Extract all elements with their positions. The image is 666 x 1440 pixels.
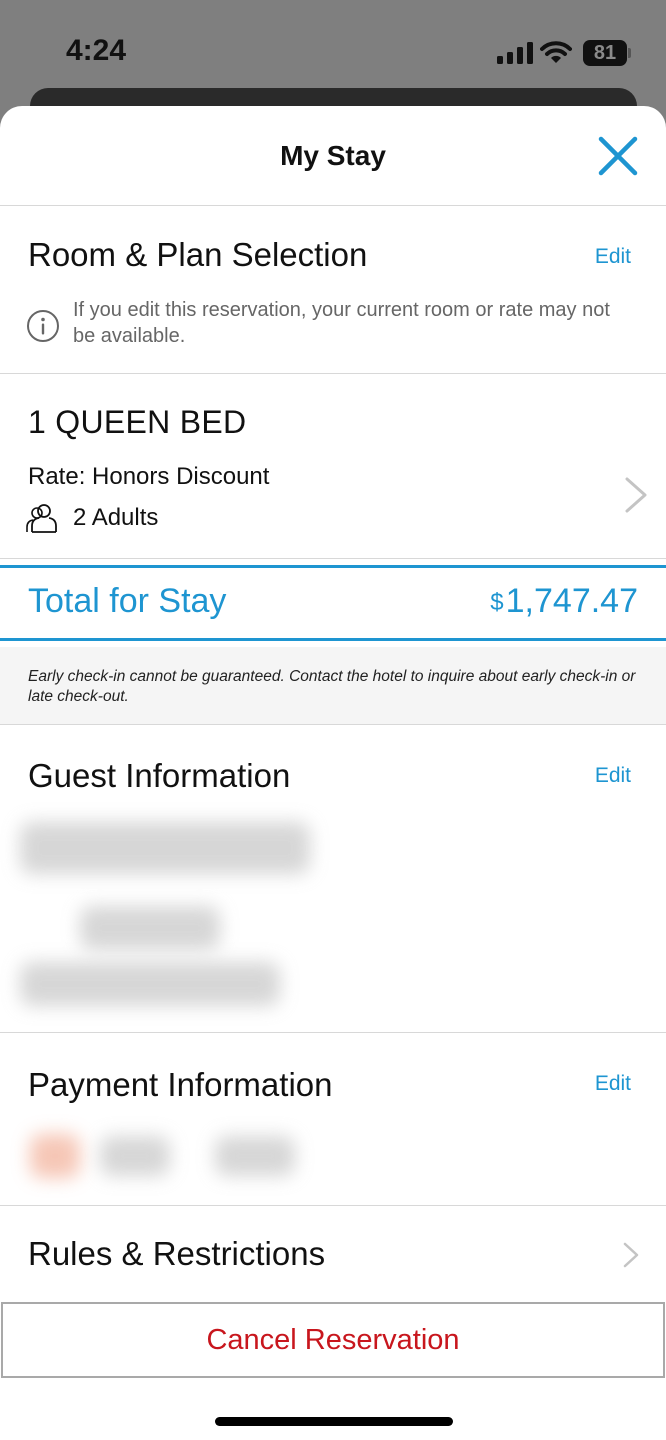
guests-count: 2 Adults	[73, 504, 159, 531]
guest-email-redacted	[20, 962, 280, 1006]
total-for-stay-bar: Total for Stay $1,747.47	[0, 565, 666, 641]
check-in-notice: Early check-in cannot be guaranteed. Con…	[0, 647, 666, 725]
cancel-reservation-button[interactable]: Cancel Reservation	[1, 1302, 665, 1378]
sheet-header: My Stay	[0, 106, 666, 206]
total-label: Total for Stay	[28, 582, 227, 620]
divider	[0, 373, 666, 374]
status-time: 4:24	[66, 34, 127, 67]
divider	[0, 1032, 666, 1033]
status-bar: 4:24 81	[0, 0, 666, 100]
rate-text: Rate: Honors Discount	[28, 463, 270, 490]
total-amount: $1,747.47	[490, 582, 638, 620]
guests-icon	[26, 504, 57, 533]
room-plan-title: Room & Plan Selection	[28, 236, 368, 273]
sheet-title: My Stay	[280, 140, 386, 171]
close-icon[interactable]	[598, 136, 638, 176]
guest-info-title: Guest Information	[28, 757, 291, 794]
room-plan-info-text: If you edit this reservation, your curre…	[73, 299, 610, 347]
guest-info-edit-link[interactable]: Edit	[595, 764, 631, 788]
divider	[0, 558, 666, 559]
battery-level: 81	[583, 40, 627, 66]
guest-phone-redacted	[80, 906, 220, 950]
info-icon	[27, 310, 59, 342]
cellular-signal-icon	[497, 42, 533, 64]
rules-title: Rules & Restrictions	[28, 1235, 326, 1272]
battery-icon: 81	[583, 40, 631, 66]
home-indicator	[215, 1417, 453, 1426]
my-stay-sheet: My Stay Room & Plan Selection Edit If yo…	[0, 106, 666, 1440]
room-plan-edit-link[interactable]: Edit	[595, 245, 631, 269]
check-in-notice-text: Early check-in cannot be guaranteed. Con…	[28, 668, 636, 705]
card-number-redacted	[215, 1136, 295, 1176]
card-type-redacted	[100, 1136, 170, 1176]
chevron-right-icon	[623, 1242, 639, 1268]
payment-info-title: Payment Information	[28, 1066, 333, 1103]
room-name: 1 QUEEN BED	[28, 404, 247, 440]
payment-info-edit-link[interactable]: Edit	[595, 1072, 631, 1096]
divider	[0, 1205, 666, 1206]
chevron-right-icon	[625, 477, 647, 513]
card-logo-redacted	[30, 1134, 80, 1178]
wifi-icon	[540, 41, 572, 63]
guest-name-redacted	[20, 822, 310, 874]
